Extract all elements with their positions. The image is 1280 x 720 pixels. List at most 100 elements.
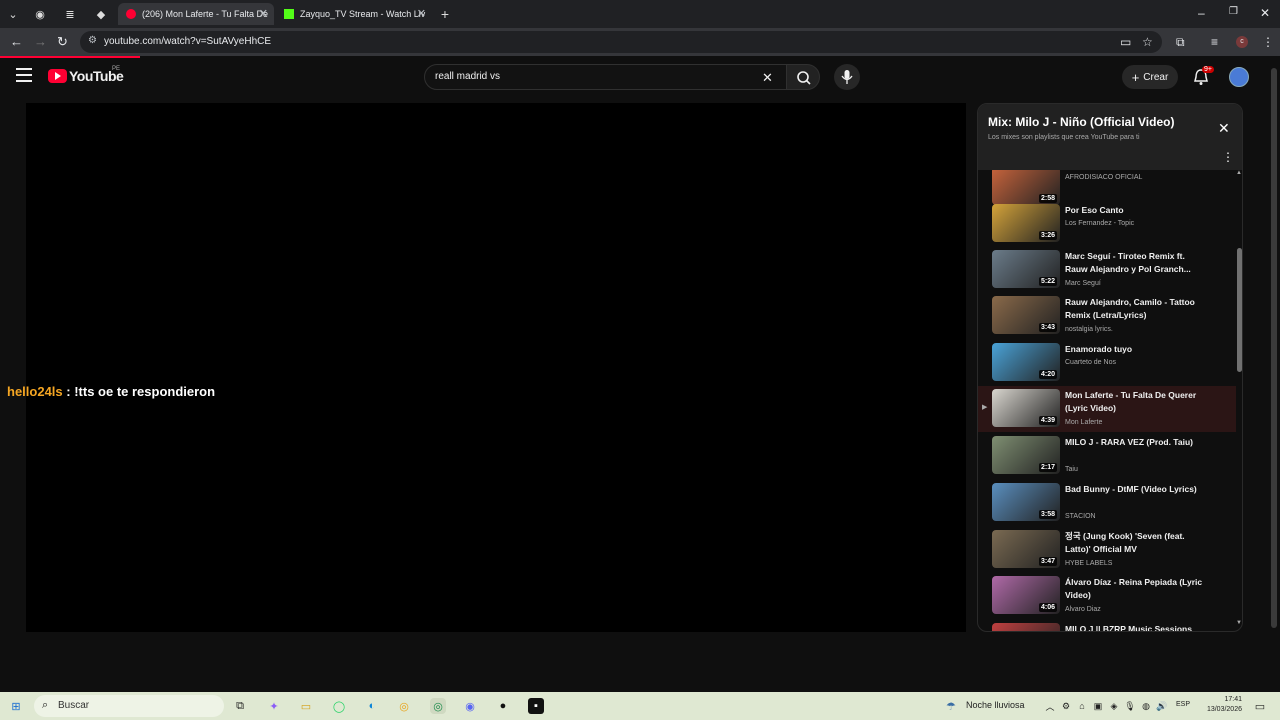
notification-center-icon[interactable]: ▭ <box>1252 698 1268 714</box>
playlist-item[interactable]: ▶ 4:39 Mon Laferte - Tu Falta De Querer (L… <box>978 386 1236 432</box>
close-tab-icon[interactable]: ✕ <box>259 7 268 20</box>
profile-icon[interactable]: c <box>1236 36 1248 48</box>
video-title[interactable]: Rauw Alejandro, Camilo - Tattoo Remix (L… <box>1065 296 1203 322</box>
network-icon[interactable]: ◍ <box>1138 698 1154 714</box>
video-thumbnail[interactable]: 3:47 <box>992 530 1060 568</box>
scrollbar-thumb[interactable] <box>1237 248 1242 372</box>
video-thumbnail[interactable]: 3:26 <box>992 204 1060 242</box>
playlist-header: Mix: Milo J - Niño (Official Video) Los … <box>978 104 1242 170</box>
app-icon[interactable]: ● <box>495 698 511 714</box>
video-title[interactable]: 정국 (Jung Kook) 'Seven (feat. Latto)' Off… <box>1065 530 1203 556</box>
close-icon[interactable]: ✕ <box>1218 120 1230 137</box>
search-input[interactable]: reall madrid vs <box>424 64 788 90</box>
maximize-icon[interactable]: ❐ <box>1229 6 1238 17</box>
microphone-icon[interactable]: 🎙 <box>1122 698 1138 714</box>
stack-icon[interactable]: ≣ <box>62 6 78 22</box>
copilot-icon[interactable]: ✦ <box>266 698 282 714</box>
taskbar-search[interactable]: ⌕ Buscar <box>34 695 224 717</box>
pinned-tab-icon[interactable]: ◆ <box>93 6 109 22</box>
reload-icon[interactable]: ↻ <box>57 34 68 50</box>
tray-icon[interactable]: ⌂ <box>1074 698 1090 714</box>
windows-start-icon[interactable]: ⊞ <box>8 698 24 714</box>
clear-search-icon[interactable]: ✕ <box>762 70 773 86</box>
chrome-icon[interactable]: ◎ <box>396 698 412 714</box>
video-thumbnail[interactable]: 4:06 <box>992 576 1060 614</box>
chrome-active-icon[interactable]: ◎ <box>430 698 446 714</box>
search-button[interactable] <box>786 64 820 90</box>
playlist-item[interactable]: 3:26 Por Eso Canto Los Fernandez - Topic <box>978 201 1236 247</box>
discord-icon[interactable]: ◉ <box>462 698 478 714</box>
video-title[interactable]: MILO J - RARA VEZ (Prod. Taiu) <box>1065 436 1203 449</box>
video-thumbnail[interactable]: 5:22 <box>992 250 1060 288</box>
scroll-up-icon[interactable]: ▲ <box>1236 170 1242 176</box>
video-player[interactable] <box>26 103 966 632</box>
playlist-item[interactable]: 3:43 Rauw Alejandro, Camilo - Tattoo Remi… <box>978 293 1236 339</box>
duration-badge: 2:17 <box>1038 463 1057 472</box>
voice-search-button[interactable] <box>834 64 860 90</box>
terminal-icon[interactable]: ▪ <box>528 698 544 714</box>
page-scrollbar[interactable] <box>1268 58 1280 690</box>
tray-icon[interactable]: ⚙ <box>1058 698 1074 714</box>
edge-icon[interactable]: ◐ <box>364 698 380 714</box>
playlist-item[interactable]: 4:20 Enamorado tuyo Cuarteto de Nos <box>978 340 1236 386</box>
create-button[interactable]: + Crear <box>1122 65 1178 89</box>
language-indicator[interactable]: ESP <box>1176 701 1190 708</box>
playlist-item[interactable]: MILO J || BZRP Music Sessions #57/66 <box>978 620 1236 631</box>
video-thumbnail[interactable]: 3:43 <box>992 296 1060 334</box>
minimize-icon[interactable]: – <box>1198 6 1205 20</box>
playlist-item[interactable]: 5:22 Marc Seguí - Tiroteo Remix ft. Rauw … <box>978 247 1236 293</box>
clock[interactable]: 17:41 13/03/2026 <box>1196 695 1242 715</box>
url-text[interactable]: youtube.com/watch?v=SutAVyeHhCE <box>104 36 271 47</box>
whatsapp-icon[interactable]: ◯ <box>331 698 347 714</box>
playlist-title[interactable]: Mix: Milo J - Niño (Official Video) <box>988 115 1174 129</box>
video-title[interactable]: Marc Seguí - Tiroteo Remix ft. Rauw Alej… <box>1065 250 1203 276</box>
playlist-scrollbar[interactable]: ▲ ▼ <box>1236 170 1242 631</box>
video-title[interactable]: MILO J || BZRP Music Sessions #57/66 <box>1065 623 1203 631</box>
file-explorer-icon[interactable]: ▭ <box>298 698 314 714</box>
youtube-logo[interactable]: YouTube PE <box>48 66 124 84</box>
tab-list-icon[interactable]: ⌄ <box>5 6 21 22</box>
playlist-item[interactable]: 3:58 Bad Bunny - DtMF (Video Lyrics) STACI… <box>978 480 1236 526</box>
youtube-header: YouTube PE reall madrid vs ✕ + Crear 9+ <box>0 56 1280 100</box>
volume-icon[interactable]: 🔊 <box>1154 698 1170 714</box>
browser-menu-icon[interactable]: ⋮ <box>1262 35 1274 49</box>
tray-icon[interactable]: ◈ <box>1106 698 1122 714</box>
tab-kick[interactable]: Zayquo_TV Stream - Watch Liv ✕ <box>276 3 432 25</box>
omnibox[interactable]: ⚙ youtube.com/watch?v=SutAVyeHhCE <box>80 31 1162 53</box>
playlist-item[interactable]: 3:47 정국 (Jung Kook) 'Seven (feat. Latto)'… <box>978 527 1236 573</box>
video-thumbnail[interactable] <box>992 623 1060 631</box>
avatar[interactable] <box>1229 67 1249 87</box>
video-thumbnail[interactable]: 3:58 <box>992 483 1060 521</box>
new-tab-icon[interactable]: + <box>437 6 453 22</box>
video-title[interactable]: Enamorado tuyo <box>1065 343 1203 356</box>
bookmark-star-icon[interactable]: ☆ <box>1142 35 1153 49</box>
tray-icon[interactable]: ▣ <box>1090 698 1106 714</box>
back-icon[interactable]: ← <box>10 34 23 49</box>
site-info-icon[interactable]: ⚙ <box>88 35 100 47</box>
close-tab-icon[interactable]: ✕ <box>417 7 426 20</box>
video-title[interactable]: Por Eso Canto <box>1065 204 1203 217</box>
playlist-item[interactable]: 4:06 Álvaro Díaz - Reina Pepiada (Lyric V… <box>978 573 1236 619</box>
extension-icon[interactable]: ◉ <box>32 6 48 22</box>
video-title[interactable]: Bad Bunny - DtMF (Video Lyrics) <box>1065 483 1203 496</box>
tab-youtube[interactable]: (206) Mon Laferte - Tu Falta De ✕ <box>118 3 274 25</box>
task-view-icon[interactable]: ⧉ <box>232 698 248 714</box>
extensions-icon[interactable]: ⧉ <box>1176 35 1185 50</box>
video-thumbnail[interactable]: 2:58 <box>992 170 1060 205</box>
cast-icon[interactable]: ▭ <box>1120 35 1131 49</box>
scrollbar-thumb[interactable] <box>1271 68 1277 628</box>
hamburger-menu-icon[interactable] <box>16 68 32 82</box>
video-title[interactable]: Mon Laferte - Tu Falta De Querer (Lyric … <box>1065 389 1203 415</box>
more-options-icon[interactable]: ⋮ <box>1222 150 1234 164</box>
weather-text[interactable]: Noche lluviosa <box>966 700 1025 710</box>
scroll-down-icon[interactable]: ▼ <box>1236 620 1242 626</box>
tab-search-icon[interactable]: ≡ <box>1211 35 1218 49</box>
window-close-icon[interactable]: ✕ <box>1260 6 1270 20</box>
video-thumbnail[interactable]: 2:17 <box>992 436 1060 474</box>
video-thumbnail[interactable]: 4:39 <box>992 389 1060 427</box>
playlist-item[interactable]: 2:17 MILO J - RARA VEZ (Prod. Taiu) Taiu <box>978 433 1236 479</box>
video-thumbnail[interactable]: 4:20 <box>992 343 1060 381</box>
chevron-up-icon[interactable]: ︿ <box>1042 698 1058 714</box>
video-title[interactable]: Álvaro Díaz - Reina Pepiada (Lyric Video… <box>1065 576 1203 602</box>
forward-icon[interactable]: → <box>34 34 47 49</box>
